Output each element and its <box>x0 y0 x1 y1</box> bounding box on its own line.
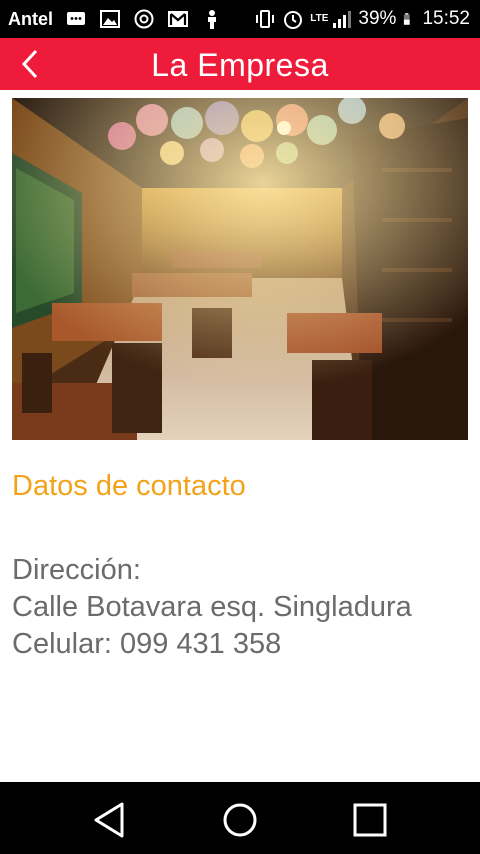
target-icon <box>134 9 154 29</box>
back-triangle-icon[interactable] <box>90 800 130 840</box>
recents-square-icon[interactable] <box>350 800 390 840</box>
carrier-name: Antel <box>8 8 53 29</box>
status-bar: Antel LTE 39% 15:52 <box>0 0 480 38</box>
status-right: LTE 39% 15:52 <box>254 8 470 30</box>
clock: 15:52 <box>422 8 470 29</box>
restaurant-interior-image <box>12 98 468 440</box>
address-label: Dirección: <box>12 554 141 586</box>
contact-info: Dirección: Calle Botavara esq. Singladur… <box>12 552 412 663</box>
phone-text[interactable]: Celular: 099 431 358 <box>12 626 412 663</box>
address-text: Calle Botavara esq. Singladura <box>12 591 412 623</box>
alarm-icon <box>284 11 303 29</box>
gmail-icon <box>168 11 188 27</box>
home-circle-icon[interactable] <box>220 800 260 840</box>
message-icon <box>67 12 85 25</box>
battery-icon <box>404 13 411 25</box>
vibrate-icon <box>256 10 275 28</box>
notification-icons <box>65 8 223 30</box>
contact-section-title: Datos de contacto <box>12 470 246 502</box>
battery-percent: 39% <box>358 8 397 29</box>
restaurant-photo <box>12 98 468 440</box>
system-nav-bar <box>0 782 480 854</box>
signal-icon <box>333 11 352 28</box>
network-type: LTE <box>310 13 329 24</box>
page-title: La Empresa <box>151 47 329 83</box>
image-icon <box>100 10 120 28</box>
app-bar: La Empresa <box>0 38 480 90</box>
person-icon <box>208 10 216 29</box>
